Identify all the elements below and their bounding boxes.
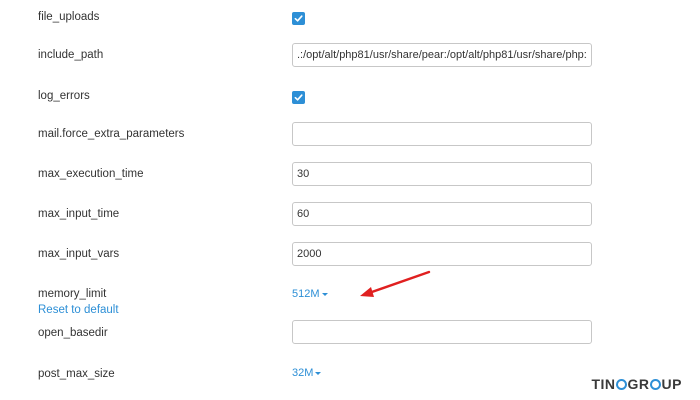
check-icon — [294, 15, 303, 22]
open-basedir-label: open_basedir — [38, 327, 108, 339]
log-errors-checkbox[interactable] — [292, 91, 305, 104]
mail-force-extra-parameters-input[interactable] — [292, 122, 592, 146]
max-execution-time-label: max_execution_time — [38, 168, 144, 180]
watermark-text-start: TIN — [591, 376, 616, 392]
log-errors-label: log_errors — [38, 90, 90, 102]
post-max-size-label: post_max_size — [38, 368, 115, 380]
caret-down-icon — [321, 293, 328, 296]
mail-force-extra-parameters-label: mail.force_extra_parameters — [38, 128, 185, 140]
max-input-time-label: max_input_time — [38, 208, 120, 220]
logo-ring-icon — [616, 378, 628, 390]
max-execution-time-input[interactable] — [292, 162, 592, 186]
file-uploads-checkbox[interactable] — [292, 12, 305, 25]
memory-limit-label: memory_limit — [38, 288, 107, 300]
post-max-size-dropdown[interactable]: 32M — [292, 367, 322, 379]
max-input-vars-input[interactable] — [292, 242, 592, 266]
max-input-vars-label: max_input_vars — [38, 248, 120, 260]
post-max-size-value: 32M — [292, 367, 314, 379]
watermark-text-middle: GR — [627, 376, 650, 392]
logo-ring-icon — [650, 378, 662, 390]
tinogroup-watermark: TIN GR UP — [591, 376, 682, 392]
max-input-time-input[interactable] — [292, 202, 592, 226]
red-arrow-icon — [360, 270, 431, 297]
open-basedir-input[interactable] — [292, 320, 592, 344]
watermark-text-end: UP — [661, 376, 682, 392]
reset-to-default-link[interactable]: Reset to default — [38, 304, 119, 316]
check-icon — [294, 94, 303, 101]
caret-down-icon — [315, 372, 322, 375]
memory-limit-value: 512M — [292, 288, 320, 300]
include-path-label: include_path — [38, 49, 104, 61]
file-uploads-label: file_uploads — [38, 11, 100, 23]
include-path-input[interactable] — [292, 43, 592, 67]
memory-limit-dropdown[interactable]: 512M — [292, 288, 328, 300]
php-settings-page: file_uploads include_path log_errors mai… — [0, 0, 700, 400]
